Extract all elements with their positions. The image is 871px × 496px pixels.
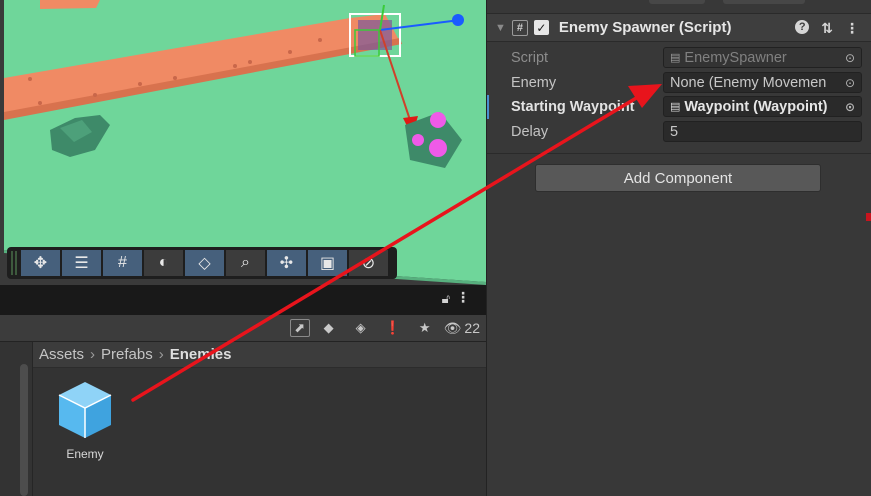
field-value: Waypoint (Waypoint) <box>684 98 828 115</box>
scene-view[interactable]: ✥ ☰ # ◐ ◇ ⌕ ✣ ▣ ⊘ <box>0 0 486 285</box>
filter-type-icon[interactable]: ◆ <box>316 318 342 338</box>
camera-icon[interactable]: ▣ <box>308 250 347 276</box>
kebab-menu-icon[interactable]: ⋮ <box>845 20 859 37</box>
property-row-script: Script ▤ EnemySpawner ⊙ <box>487 46 871 70</box>
presets-icon[interactable]: ⇅ <box>821 20 833 37</box>
property-row-enemy: Enemy None (Enemy Movemen ⊙ <box>487 71 871 95</box>
label-tag-icon[interactable]: ◈ <box>348 318 374 338</box>
object-picker-icon[interactable]: ⊙ <box>839 48 861 67</box>
field-value: None (Enemy Movemen <box>670 74 827 91</box>
breadcrumb-prefabs[interactable]: Prefabs <box>101 346 153 363</box>
script-file-icon: ▤ <box>670 101 681 113</box>
object-picker-icon[interactable]: ⊙ <box>839 97 861 116</box>
property-label: Starting Waypoint <box>511 99 635 115</box>
folder-tree-scrollbar[interactable] <box>20 364 28 496</box>
property-label: Enemy <box>511 75 557 91</box>
rect-transform-icon[interactable]: ☰ <box>62 250 101 276</box>
property-label: Script <box>511 50 549 66</box>
scene-render <box>0 0 486 285</box>
gizmo-icon[interactable]: ✣ <box>267 250 306 276</box>
divider <box>487 153 871 154</box>
component-enabled-checkbox[interactable]: ✓ <box>533 20 549 35</box>
chevron-right-icon: › <box>90 346 96 363</box>
kebab-menu-icon[interactable]: ⋮ <box>456 289 470 306</box>
grid-snap-icon[interactable]: # <box>103 250 142 276</box>
script-object-field[interactable]: ▤ EnemySpawner ⊙ <box>663 47 862 68</box>
delay-number-field[interactable]: 5 <box>663 121 862 142</box>
property-label: Delay <box>511 124 549 140</box>
add-component-button[interactable]: Add Component <box>535 164 821 192</box>
unity-editor-window: ✥ ☰ # ◐ ◇ ⌕ ✣ ▣ ⊘ 🔓︎ ⋮ ⬈ ◆ ◈ ❗ ★ 👁︎ 22 A… <box>0 0 871 496</box>
property-row-delay: Delay 5 <box>487 120 871 144</box>
help-icon[interactable]: ? <box>795 20 810 34</box>
inspector-top-button[interactable] <box>649 0 705 4</box>
enemy-object-field[interactable]: None (Enemy Movemen ⊙ <box>663 72 862 93</box>
inspector-panel: ▼ # ✓ Enemy Spawner (Script) ? ⇅ ⋮ Scrip… <box>486 0 871 496</box>
override-indicator <box>487 95 489 119</box>
visibility-icon[interactable]: ⊘ <box>349 250 388 276</box>
script-hash-icon: # <box>511 19 528 36</box>
eye-icon: 👁︎ <box>443 319 462 336</box>
asset-label: Enemy <box>66 447 104 461</box>
scene-toolbar: ✥ ☰ # ◐ ◇ ⌕ ✣ ▣ ⊘ <box>7 247 397 279</box>
toolbar-grip[interactable] <box>11 251 17 275</box>
open-preview-icon[interactable]: ⬈ <box>289 319 310 337</box>
component-title: Enemy Spawner (Script) <box>558 19 732 36</box>
chevron-right-icon: › <box>158 346 164 363</box>
property-row-starting-waypoint: Starting Waypoint ▤ Waypoint (Waypoint) … <box>487 95 871 119</box>
breadcrumb-assets[interactable]: Assets <box>39 346 84 363</box>
visibility-count: 22 <box>464 320 480 336</box>
inspector-top-button[interactable] <box>723 0 805 4</box>
project-folder-tree[interactable] <box>0 342 33 496</box>
foldout-arrow-icon[interactable]: ▼ <box>495 22 506 34</box>
prefab-cube-icon <box>58 382 112 438</box>
project-toolbar: ⬈ ◆ ◈ ❗ ★ 👁︎ 22 <box>0 315 486 342</box>
starting-waypoint-object-field[interactable]: ▤ Waypoint (Waypoint) ⊙ <box>663 96 862 117</box>
inspector-top-strip <box>487 0 871 14</box>
component-header[interactable]: ▼ # ✓ Enemy Spawner (Script) ? ⇅ ⋮ <box>487 14 871 42</box>
error-filter-icon[interactable]: ❗ <box>380 318 406 338</box>
field-value: EnemySpawner <box>684 49 787 66</box>
shading-icon[interactable]: ◐ <box>144 250 183 276</box>
object-picker-icon[interactable]: ⊙ <box>839 73 861 92</box>
project-asset-grid: Enemy <box>33 368 486 496</box>
asset-item-enemy[interactable]: Enemy <box>51 380 119 461</box>
field-value: 5 <box>670 123 679 140</box>
lock-icon[interactable]: 🔓︎ <box>442 291 450 307</box>
hidden-packages-toggle[interactable]: 👁︎ 22 <box>444 320 480 337</box>
project-window-tabbar: 🔓︎ ⋮ <box>0 285 486 315</box>
favorite-star-icon[interactable]: ★ <box>412 318 438 338</box>
breadcrumb-enemies[interactable]: Enemies <box>170 346 232 363</box>
move-tool-icon[interactable]: ✥ <box>21 250 60 276</box>
layers-icon[interactable]: ◇ <box>185 250 224 276</box>
breadcrumb: Assets › Prefabs › Enemies <box>33 342 486 368</box>
offscreen-indicator <box>866 213 871 221</box>
script-file-icon: ▤ <box>670 52 681 64</box>
search-icon[interactable]: ⌕ <box>226 250 265 276</box>
